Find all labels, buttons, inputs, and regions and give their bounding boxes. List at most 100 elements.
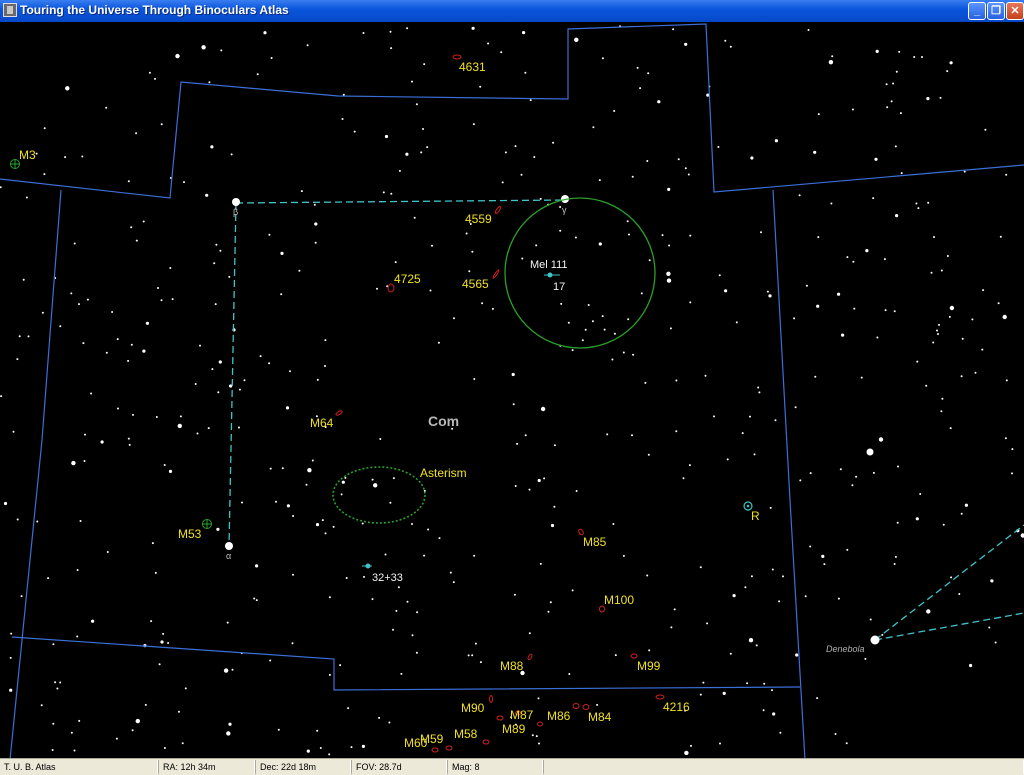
label-m60: M60 xyxy=(404,736,428,750)
background-star xyxy=(269,467,272,470)
background-star xyxy=(821,554,825,559)
background-star xyxy=(559,206,562,208)
background-star xyxy=(915,202,918,205)
background-star xyxy=(384,134,389,139)
background-star xyxy=(155,416,158,418)
background-star xyxy=(704,374,707,377)
background-star xyxy=(226,731,231,736)
status-bar: T. U. B. Atlas RA: 12h 34m Dec: 22d 18m … xyxy=(0,758,1024,775)
background-star xyxy=(111,311,114,313)
minimize-button[interactable]: _ xyxy=(968,2,986,20)
background-star xyxy=(774,139,779,143)
background-star xyxy=(750,575,753,578)
background-star xyxy=(345,577,348,579)
app-icon[interactable] xyxy=(3,3,17,17)
background-star xyxy=(43,173,46,176)
background-star xyxy=(606,433,609,436)
title-bar[interactable]: Touring the Universe Through Binoculars … xyxy=(0,0,1024,22)
background-star xyxy=(846,256,849,259)
background-star xyxy=(533,156,536,158)
background-star xyxy=(388,721,391,724)
star-map[interactable]: Com Mel 111 17 32+33 Asterism R Denebola… xyxy=(0,22,1024,758)
background-star xyxy=(537,478,541,483)
background-star xyxy=(837,597,840,600)
background-star xyxy=(816,697,819,700)
background-star xyxy=(925,384,928,387)
background-star xyxy=(768,294,772,298)
label-star-32-33: 32+33 xyxy=(372,572,403,584)
background-star xyxy=(199,344,201,347)
background-star xyxy=(860,376,863,379)
maximize-button[interactable]: ❐ xyxy=(987,2,1005,20)
background-star xyxy=(949,61,953,65)
background-star xyxy=(473,554,476,557)
background-star xyxy=(376,287,378,290)
background-star xyxy=(292,573,294,576)
background-star xyxy=(898,50,901,53)
label-denebola: Denebola xyxy=(826,644,865,654)
background-star xyxy=(807,29,810,31)
background-star xyxy=(872,197,875,200)
background-star xyxy=(76,635,79,638)
status-dec: Dec: 22d 18m xyxy=(255,760,351,774)
background-star xyxy=(809,545,812,548)
label-asterism: Asterism xyxy=(420,466,467,480)
background-star xyxy=(758,391,761,394)
background-star xyxy=(415,103,418,106)
background-star xyxy=(25,196,28,199)
background-star xyxy=(549,601,552,604)
background-star xyxy=(127,180,130,183)
background-star xyxy=(757,386,760,389)
background-star xyxy=(219,249,222,252)
background-star xyxy=(841,333,845,337)
background-star xyxy=(167,642,170,644)
background-star xyxy=(960,375,963,378)
background-star xyxy=(553,505,556,508)
background-star xyxy=(875,49,879,54)
background-star xyxy=(741,432,744,435)
background-star xyxy=(468,270,471,273)
background-star xyxy=(746,682,749,685)
background-star xyxy=(228,722,232,726)
background-star xyxy=(315,523,320,527)
background-star xyxy=(324,532,327,535)
background-star xyxy=(332,525,335,528)
background-star xyxy=(626,220,629,223)
background-star xyxy=(537,697,540,700)
background-star xyxy=(314,241,317,244)
status-mag: Mag: 8 xyxy=(447,760,543,774)
background-star xyxy=(666,271,671,276)
background-star xyxy=(567,321,570,324)
background-star xyxy=(471,250,474,253)
background-star xyxy=(471,654,474,657)
background-star xyxy=(601,57,604,60)
background-star xyxy=(661,234,664,237)
background-star xyxy=(729,45,732,48)
background-star xyxy=(771,568,774,571)
background-star xyxy=(465,232,468,235)
background-star xyxy=(56,687,59,690)
label-m3: M3 xyxy=(19,148,36,162)
background-star xyxy=(217,391,220,394)
background-star xyxy=(504,151,507,154)
app-window: Touring the Universe Through Binoculars … xyxy=(0,0,1024,775)
background-star xyxy=(568,673,571,675)
close-button[interactable]: ✕ xyxy=(1006,2,1024,20)
background-star xyxy=(793,317,796,320)
label-beta: β xyxy=(233,207,238,217)
background-star xyxy=(598,179,601,182)
status-app-name: T. U. B. Atlas xyxy=(0,760,158,774)
background-star xyxy=(145,321,149,325)
background-star xyxy=(622,554,625,557)
background-star xyxy=(876,336,879,339)
background-star xyxy=(805,284,808,287)
background-star xyxy=(774,419,777,422)
background-star xyxy=(946,70,949,73)
background-star xyxy=(890,100,893,103)
background-star xyxy=(132,413,134,416)
background-star xyxy=(933,236,935,238)
background-star xyxy=(713,415,715,418)
background-star xyxy=(628,233,630,236)
background-star xyxy=(70,731,73,734)
background-star xyxy=(575,490,578,492)
